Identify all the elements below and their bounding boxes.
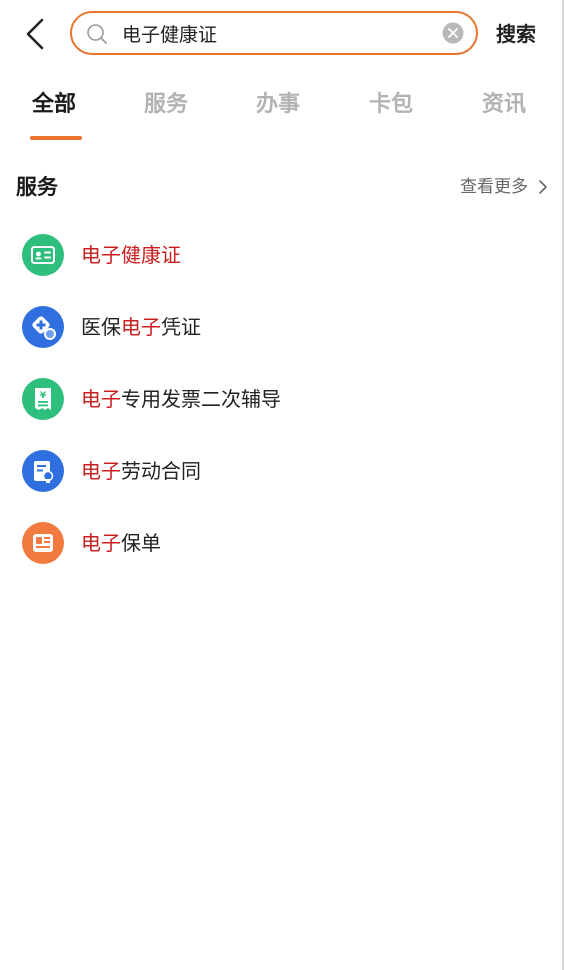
list-item[interactable]: 电子保单 [0,508,564,578]
search-header: 搜索 [0,0,564,70]
category-tabs: 全部 服务 办事 卡包 资讯 [0,86,564,146]
chevron-left-icon [26,18,44,50]
service-label: 电子保单 [81,528,161,558]
chevron-right-icon [539,180,547,194]
label-suffix: 保单 [121,531,161,555]
tab-news[interactable]: 资讯 [482,90,526,120]
tab-services[interactable]: 服务 [144,90,188,120]
id-card-icon [22,234,64,276]
active-tab-indicator [30,136,82,140]
label-suffix: 凭证 [161,315,201,339]
search-input[interactable] [122,19,432,47]
tab-card-wallet[interactable]: 卡包 [369,90,413,120]
search-box[interactable] [70,11,478,55]
back-button[interactable] [18,14,54,54]
clear-icon[interactable] [442,22,464,44]
search-submit-button[interactable]: 搜索 [496,20,536,48]
label-prefix: 医保 [81,315,121,339]
label-highlight: 电子 [81,531,121,555]
label-suffix: 专用发票二次辅导 [121,387,281,411]
service-label: 医保电子凭证 [81,312,201,342]
tab-affairs[interactable]: 办事 [256,90,300,120]
tab-all[interactable]: 全部 [32,90,76,120]
label-highlight: 电子 [81,387,121,411]
policy-icon [22,522,64,564]
label-highlight: 电子健康证 [81,243,181,267]
service-label: 电子劳动合同 [81,456,201,486]
contract-icon [22,450,64,492]
service-label: 电子健康证 [81,240,181,270]
medical-insurance-icon [22,306,64,348]
label-highlight: 电子 [121,315,161,339]
service-label: 电子专用发票二次辅导 [81,384,281,414]
label-highlight: 电子 [81,459,121,483]
see-more-label: 查看更多 [460,177,528,197]
section-title: 服务 [16,175,58,199]
receipt-icon: ¥ [22,378,64,420]
label-suffix: 劳动合同 [121,459,201,483]
list-item[interactable]: ¥ 电子专用发票二次辅导 [0,364,564,434]
search-icon [87,24,107,44]
svg-text:¥: ¥ [40,391,47,401]
see-more-link[interactable]: 查看更多 [460,174,548,200]
list-item[interactable]: 电子健康证 [0,220,564,290]
list-item[interactable]: 电子劳动合同 [0,436,564,506]
list-item[interactable]: 医保电子凭证 [0,292,564,362]
